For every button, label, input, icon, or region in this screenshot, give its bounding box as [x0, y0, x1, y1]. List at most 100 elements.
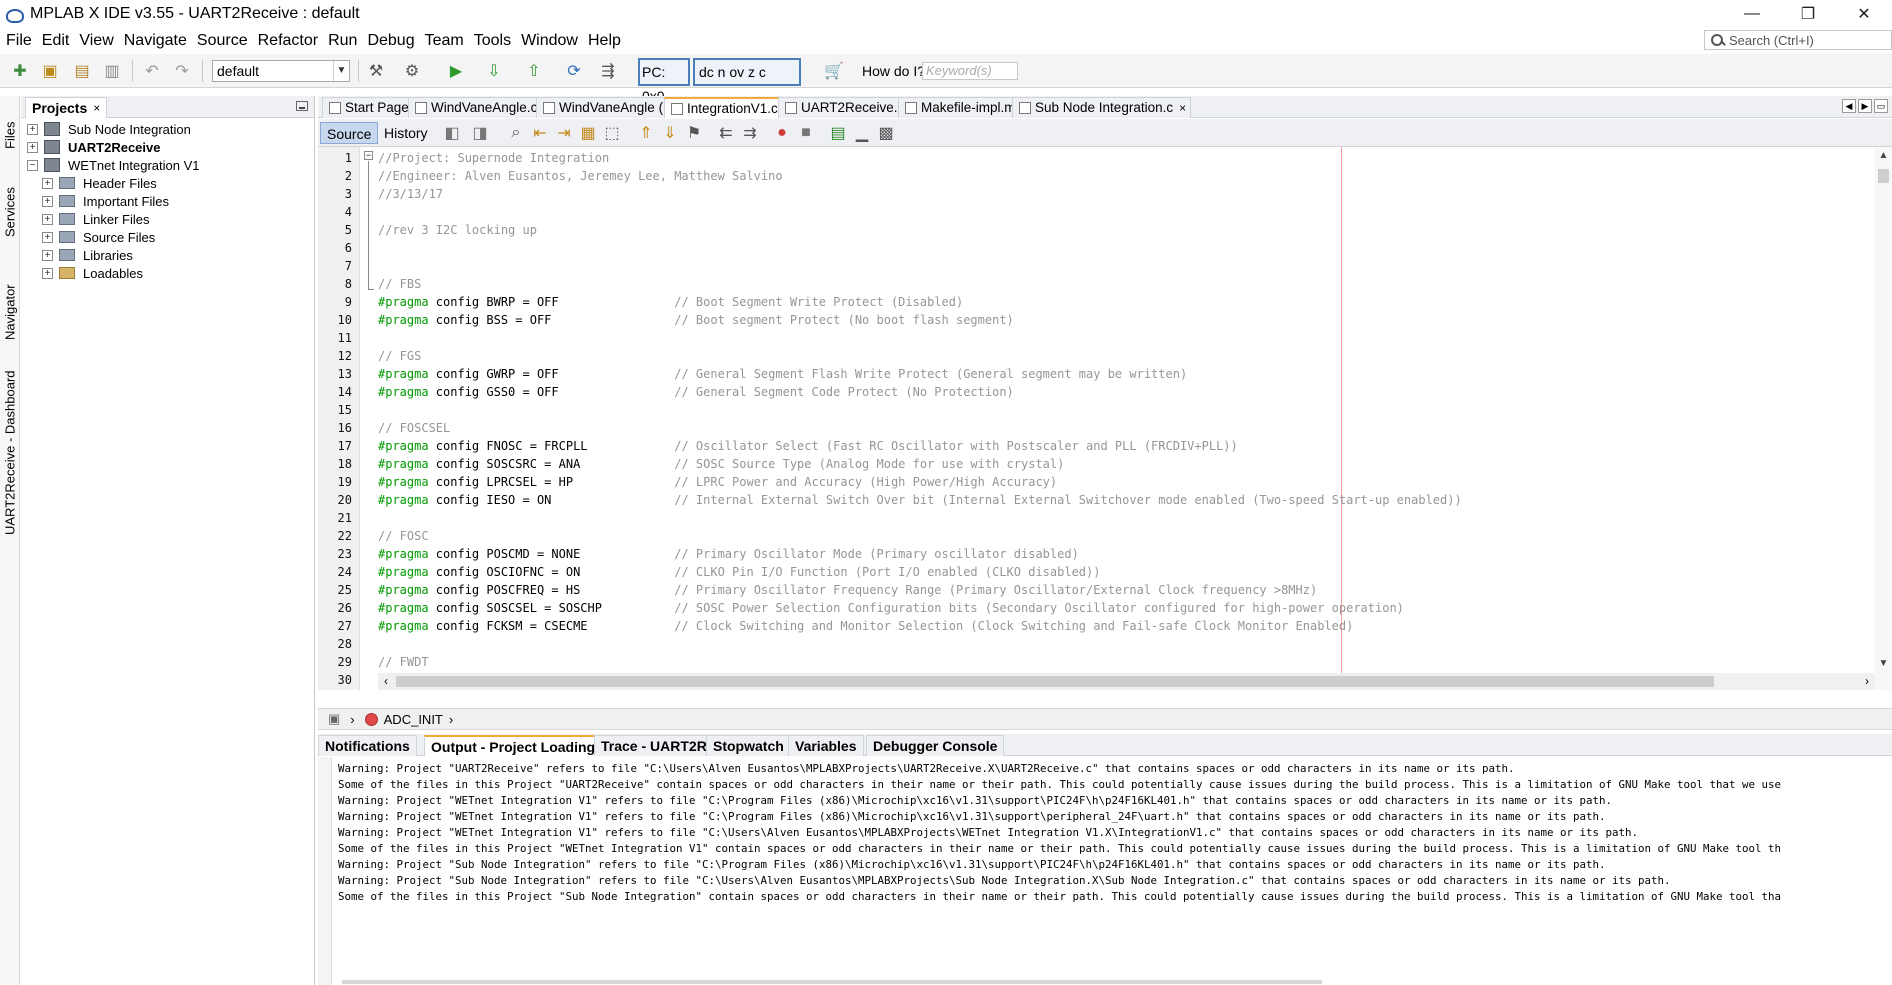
scroll-right-icon[interactable]: › [1859, 673, 1875, 690]
breadcrumb-function[interactable]: ADC_INIT [384, 712, 443, 727]
menu-navigate[interactable]: Navigate [120, 32, 193, 50]
projects-tab[interactable]: Projects × [25, 97, 108, 118]
close-icon[interactable]: × [1179, 98, 1186, 118]
tree-item[interactable]: + Header Files [21, 174, 314, 192]
tree-item[interactable]: + Source Files [21, 228, 314, 246]
clean-build-icon[interactable]: ⚙ [400, 59, 424, 83]
minimize-panel-icon[interactable] [296, 101, 308, 111]
shift-left-icon[interactable]: ⇇ [714, 121, 738, 145]
expand-toggle-icon[interactable]: + [42, 231, 53, 243]
find-icon[interactable]: ⌕ [504, 121, 528, 145]
output-tab[interactable]: Notifications [318, 735, 417, 756]
expand-toggle-icon[interactable]: + [42, 195, 53, 207]
tab-scroll-left-icon[interactable]: ◀ [1842, 99, 1856, 113]
file-nav-icon[interactable]: ▣ [328, 711, 340, 727]
scroll-down-icon[interactable]: ▼ [1875, 655, 1892, 672]
expand-toggle-icon[interactable]: + [27, 123, 38, 135]
scroll-left-icon[interactable]: ‹ [378, 673, 394, 690]
code-editor[interactable]: − 1 //Project: Supernode Integration 2 //En… [318, 147, 1892, 690]
minimize-button[interactable]: — [1724, 0, 1780, 28]
expand-toggle-icon[interactable]: + [42, 267, 53, 279]
scroll-thumb[interactable] [1878, 169, 1889, 183]
editor-tab[interactable]: Sub Node Integration.c × [1012, 97, 1192, 118]
back-icon[interactable]: ◨ [468, 121, 492, 145]
vertical-scrollbar[interactable]: ▲ ▼ [1875, 147, 1892, 690]
editor-tab[interactable]: IntegrationV1.c× [664, 97, 796, 118]
undo-icon[interactable]: ↶ [140, 59, 164, 83]
keyword-search-input[interactable]: Keyword(s) [922, 62, 1018, 80]
tree-item[interactable]: + Linker Files [21, 210, 314, 228]
tab-scroll-right-icon[interactable]: ▶ [1858, 99, 1872, 113]
menu-team[interactable]: Team [421, 32, 470, 50]
new-file-icon[interactable]: ✚ [8, 59, 32, 83]
side-tab-dashboard[interactable]: UART2Receive - Dashboard [0, 368, 20, 538]
read-device-icon[interactable]: ⇧ [522, 59, 546, 83]
tree-item[interactable]: + Sub Node Integration [21, 120, 314, 138]
menu-debug[interactable]: Debug [363, 32, 420, 50]
menu-edit[interactable]: Edit [38, 32, 76, 50]
tree-item[interactable]: + UART2Receive [21, 138, 314, 156]
new-project-icon[interactable]: ▣ [38, 59, 62, 83]
find-next-icon[interactable]: ⇥ [552, 121, 576, 145]
editor-tab[interactable]: WindVaneAngle.c× [408, 97, 556, 118]
expand-toggle-icon[interactable]: − [27, 159, 38, 171]
tree-item[interactable]: + Important Files [21, 192, 314, 210]
expand-toggle-icon[interactable]: + [42, 213, 53, 225]
expand-toggle-icon[interactable]: + [27, 141, 38, 153]
debug-project-icon[interactable]: ⇶ [596, 59, 620, 83]
output-horizontal-scrollbar[interactable] [332, 979, 1892, 985]
comment-icon[interactable]: ▁ [850, 121, 874, 145]
menu-view[interactable]: View [75, 32, 119, 50]
global-search-field[interactable]: Search (Ctrl+I) [1704, 30, 1892, 50]
menu-tools[interactable]: Tools [470, 32, 517, 50]
program-device-icon[interactable]: ⇩ [482, 59, 506, 83]
toggle-highlight-icon[interactable]: ▦ [576, 121, 600, 145]
history-view-button[interactable]: History [378, 122, 434, 144]
h-scroll-thumb[interactable] [396, 676, 1714, 687]
output-tab[interactable]: Stopwatch [706, 735, 791, 756]
build-hammer-icon[interactable]: ⚒ [364, 59, 388, 83]
output-tab[interactable]: Debugger Console [866, 735, 1005, 756]
open-project-icon[interactable]: ▤ [70, 59, 94, 83]
side-tab-navigator[interactable]: Navigator [0, 264, 20, 360]
menu-source[interactable]: Source [193, 32, 254, 50]
next-bookmark-icon[interactable]: ⇓ [658, 121, 682, 145]
expand-toggle-icon[interactable]: + [42, 177, 53, 189]
close-button[interactable]: ✕ [1836, 0, 1892, 28]
expand-toggle-icon[interactable]: + [42, 249, 53, 261]
maximize-button[interactable]: ❐ [1780, 0, 1836, 28]
record-macro-icon[interactable]: ● [770, 121, 794, 145]
toggle-bookmark-icon[interactable]: ⚑ [682, 121, 706, 145]
scroll-up-icon[interactable]: ▲ [1875, 147, 1892, 164]
horizontal-scrollbar[interactable]: ‹ › [378, 673, 1875, 690]
menu-run[interactable]: Run [324, 32, 363, 50]
menu-window[interactable]: Window [517, 32, 584, 50]
fold-collapse-icon[interactable]: − [364, 151, 373, 160]
previous-bookmark-icon[interactable]: ⇑ [634, 121, 658, 145]
stop-macro-icon[interactable]: ■ [794, 121, 818, 145]
cart-icon[interactable]: 🛒 [822, 59, 846, 83]
menu-help[interactable]: Help [584, 32, 627, 50]
tab-list-icon[interactable]: ▭ [1874, 99, 1888, 113]
menu-file[interactable]: File [2, 32, 38, 50]
reset-icon[interactable]: ⟳ [562, 59, 586, 83]
side-tab-files[interactable]: Files [0, 100, 20, 170]
side-tab-services[interactable]: Services [0, 174, 20, 250]
last-edit-icon[interactable]: ◧ [440, 121, 464, 145]
toggle-rect-selection-icon[interactable]: ⬚ [600, 121, 624, 145]
tree-item[interactable]: + Loadables [21, 264, 314, 282]
shift-right-icon[interactable]: ⇉ [738, 121, 762, 145]
source-view-button[interactable]: Source [320, 122, 379, 144]
tree-item[interactable]: + Libraries [21, 246, 314, 264]
output-console[interactable]: Warning: Project "UART2Receive" refers t… [318, 757, 1892, 985]
redo-icon[interactable]: ↷ [170, 59, 194, 83]
tree-item[interactable]: − WETnet Integration V1 [21, 156, 314, 174]
menu-refactor[interactable]: Refactor [254, 32, 324, 50]
save-all-icon[interactable]: ▥ [100, 59, 124, 83]
find-previous-icon[interactable]: ⇤ [528, 121, 552, 145]
output-tab[interactable]: Variables [788, 735, 864, 756]
run-icon[interactable]: ▶ [444, 59, 468, 83]
close-icon[interactable]: × [93, 98, 100, 118]
start-macro-icon[interactable]: ▤ [826, 121, 850, 145]
configuration-select[interactable]: default ▼ [212, 60, 350, 82]
